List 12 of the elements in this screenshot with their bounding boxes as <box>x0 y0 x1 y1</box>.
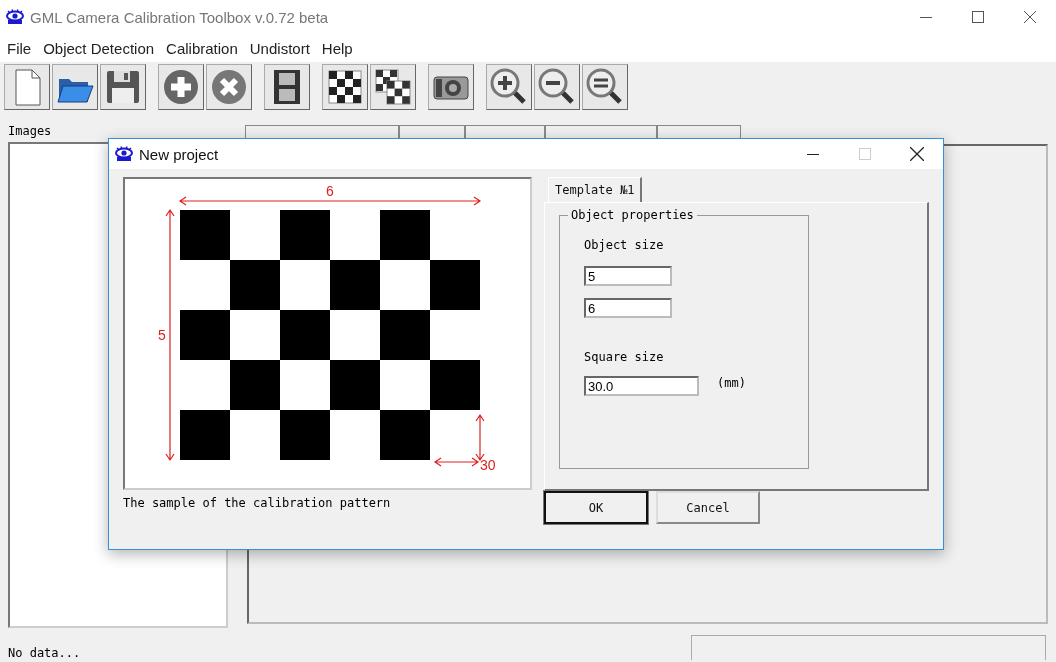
object-size-label: Object size <box>584 238 665 252</box>
square-label: 30 <box>480 457 496 473</box>
window-title: GML Camera Calibration Toolbox v.0.72 beta <box>30 8 330 26</box>
dialog-title: New project <box>139 145 220 163</box>
height-label: 5 <box>158 327 166 343</box>
pattern-caption: The sample of the calibration pattern <box>123 496 392 510</box>
status-text: No data... <box>8 646 81 660</box>
square-size-label: Square size <box>584 350 665 364</box>
group-title: Object properties <box>568 208 697 222</box>
unit-label: (mm) <box>717 376 746 390</box>
width-label: 6 <box>326 183 334 199</box>
images-label: Images <box>8 124 53 138</box>
